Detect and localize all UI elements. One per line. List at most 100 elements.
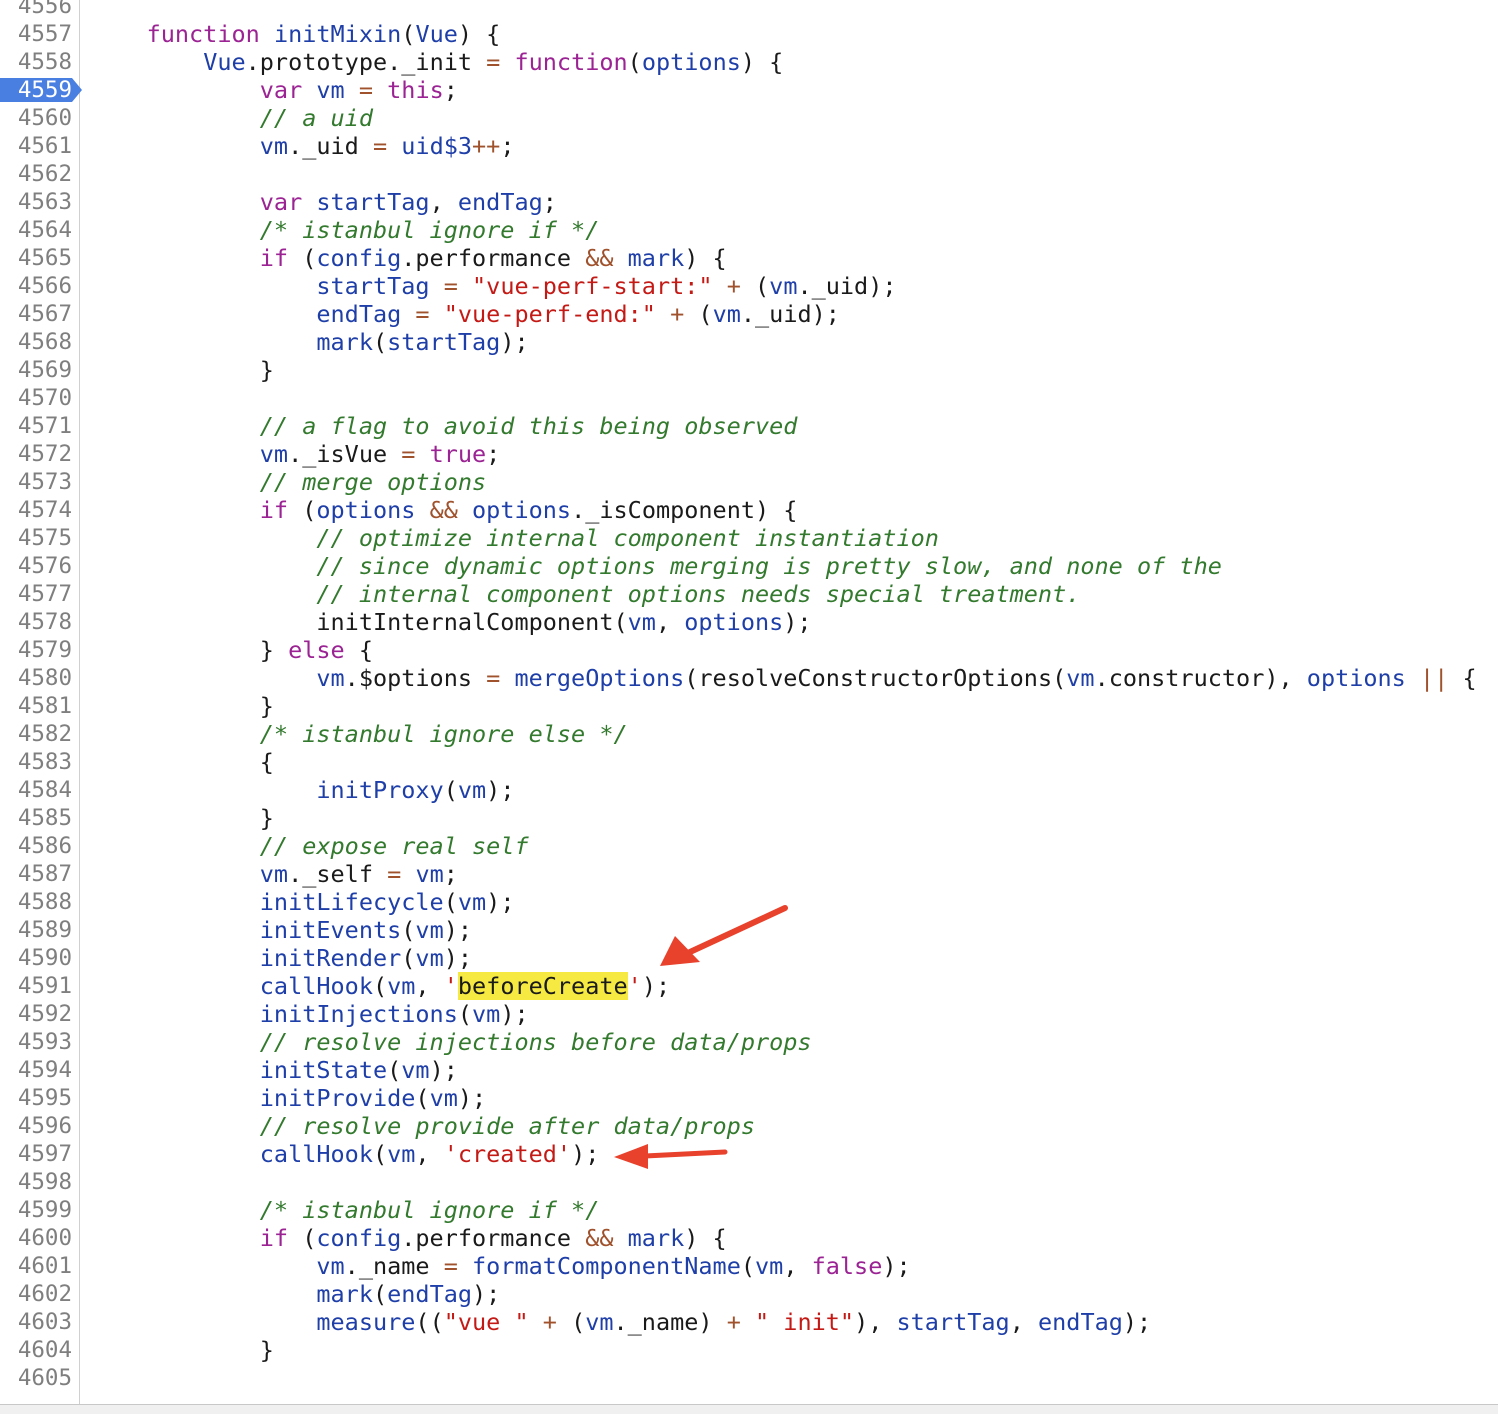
line-number[interactable]: 4569 (0, 356, 72, 384)
line-number[interactable]: 4601 (0, 1252, 72, 1280)
line-number[interactable]: 4596 (0, 1112, 72, 1140)
line-number[interactable]: 4563 (0, 188, 72, 216)
code-line[interactable]: 4605 (0, 1364, 1498, 1392)
line-number[interactable]: 4589 (0, 916, 72, 944)
code-line[interactable]: 4588 initLifecycle(vm); (0, 888, 1498, 916)
code-line[interactable]: 4602 mark(endTag); (0, 1280, 1498, 1308)
code-line[interactable]: 4589 initEvents(vm); (0, 916, 1498, 944)
line-number[interactable]: 4565 (0, 244, 72, 272)
line-number[interactable]: 4599 (0, 1196, 72, 1224)
code-line[interactable]: 4558 Vue.prototype._init = function(opti… (0, 48, 1498, 76)
line-number[interactable]: 4605 (0, 1364, 72, 1392)
code-line[interactable]: 4557 function initMixin(Vue) { (0, 20, 1498, 48)
line-number[interactable]: 4560 (0, 104, 72, 132)
line-number[interactable]: 4577 (0, 580, 72, 608)
code-line[interactable]: 4562 (0, 160, 1498, 188)
code-line[interactable]: 4581 } (0, 692, 1498, 720)
line-number[interactable]: 4603 (0, 1308, 72, 1336)
code-line[interactable]: 4599 /* istanbul ignore if */ (0, 1196, 1498, 1224)
code-line[interactable]: 4563 var startTag, endTag; (0, 188, 1498, 216)
code-line[interactable]: 4578 initInternalComponent(vm, options); (0, 608, 1498, 636)
code-line[interactable]: 4565 if (config.performance && mark) { (0, 244, 1498, 272)
line-number[interactable]: 4574 (0, 496, 72, 524)
code-line[interactable]: 4586 // expose real self (0, 832, 1498, 860)
line-number[interactable]: 4561 (0, 132, 72, 160)
code-line[interactable]: 4574 if (options && options._isComponent… (0, 496, 1498, 524)
code-line[interactable]: 4600 if (config.performance && mark) { (0, 1224, 1498, 1252)
code-line[interactable]: 4594 initState(vm); (0, 1056, 1498, 1084)
line-number[interactable]: 4594 (0, 1056, 72, 1084)
code-line[interactable]: 4568 mark(startTag); (0, 328, 1498, 356)
line-number[interactable]: 4578 (0, 608, 72, 636)
code-line[interactable]: 4590 initRender(vm); (0, 944, 1498, 972)
code-editor[interactable]: 4556 4557 function initMixin(Vue) {4558 V… (0, 0, 1498, 1404)
horizontal-scrollbar[interactable] (0, 1404, 1498, 1414)
line-number[interactable]: 4571 (0, 412, 72, 440)
code-line[interactable]: 4582 /* istanbul ignore else */ (0, 720, 1498, 748)
line-number[interactable]: 4602 (0, 1280, 72, 1308)
code-line[interactable]: 4583 { (0, 748, 1498, 776)
line-number[interactable]: 4592 (0, 1000, 72, 1028)
code-line[interactable]: 4595 initProvide(vm); (0, 1084, 1498, 1112)
code-line[interactable]: 4584 initProxy(vm); (0, 776, 1498, 804)
line-number[interactable]: 4585 (0, 804, 72, 832)
line-number[interactable]: 4556 (0, 0, 72, 20)
code-line[interactable]: 4587 vm._self = vm; (0, 860, 1498, 888)
code-line-breakpoint[interactable]: 4559 var vm = this; (0, 76, 1498, 104)
line-number[interactable]: 4558 (0, 48, 72, 76)
code-line[interactable]: 4580 vm.$options = mergeOptions(resolveC… (0, 664, 1498, 692)
line-number[interactable]: 4590 (0, 944, 72, 972)
line-number[interactable]: 4572 (0, 440, 72, 468)
line-number[interactable]: 4586 (0, 832, 72, 860)
line-number[interactable]: 4587 (0, 860, 72, 888)
code-line[interactable]: 4579 } else { (0, 636, 1498, 664)
line-number[interactable]: 4591 (0, 972, 72, 1000)
line-number[interactable]: 4588 (0, 888, 72, 916)
code-line[interactable]: 4570 (0, 384, 1498, 412)
code-line[interactable]: 4593 // resolve injections before data/p… (0, 1028, 1498, 1056)
line-number[interactable]: 4566 (0, 272, 72, 300)
code-line[interactable]: 4592 initInjections(vm); (0, 1000, 1498, 1028)
code-line[interactable]: 4569 } (0, 356, 1498, 384)
code-line[interactable]: 4575 // optimize internal component inst… (0, 524, 1498, 552)
line-number[interactable]: 4582 (0, 720, 72, 748)
code-line[interactable]: 4577 // internal component options needs… (0, 580, 1498, 608)
line-number[interactable]: 4557 (0, 20, 72, 48)
line-number[interactable]: 4562 (0, 160, 72, 188)
line-number[interactable]: 4567 (0, 300, 72, 328)
code-line[interactable]: 4585 } (0, 804, 1498, 832)
breakpoint-marker[interactable]: 4559 (0, 78, 82, 102)
line-number[interactable]: 4568 (0, 328, 72, 356)
line-number[interactable]: 4584 (0, 776, 72, 804)
line-number[interactable]: 4573 (0, 468, 72, 496)
code-line[interactable]: 4564 /* istanbul ignore if */ (0, 216, 1498, 244)
line-number[interactable]: 4581 (0, 692, 72, 720)
code-line[interactable]: 4566 startTag = "vue-perf-start:" + (vm.… (0, 272, 1498, 300)
line-number[interactable]: 4570 (0, 384, 72, 412)
code-line[interactable]: 4567 endTag = "vue-perf-end:" + (vm._uid… (0, 300, 1498, 328)
line-number[interactable]: 4580 (0, 664, 72, 692)
code-line[interactable]: 4596 // resolve provide after data/props (0, 1112, 1498, 1140)
code-line[interactable]: 4572 vm._isVue = true; (0, 440, 1498, 468)
line-number[interactable]: 4600 (0, 1224, 72, 1252)
code-line[interactable]: 4560 // a uid (0, 104, 1498, 132)
code-line[interactable]: 4576 // since dynamic options merging is… (0, 552, 1498, 580)
line-number[interactable]: 4576 (0, 552, 72, 580)
line-number[interactable]: 4583 (0, 748, 72, 776)
line-number[interactable]: 4595 (0, 1084, 72, 1112)
code-line[interactable]: 4591 callHook(vm, 'beforeCreate'); (0, 972, 1498, 1000)
code-line[interactable]: 4573 // merge options (0, 468, 1498, 496)
code-line[interactable]: 4561 vm._uid = uid$3++; (0, 132, 1498, 160)
line-number[interactable]: 4597 (0, 1140, 72, 1168)
line-number[interactable]: 4579 (0, 636, 72, 664)
line-number[interactable]: 4564 (0, 216, 72, 244)
code-line[interactable]: 4571 // a flag to avoid this being obser… (0, 412, 1498, 440)
code-line[interactable]: 4556 (0, 0, 1498, 20)
code-line[interactable]: 4601 vm._name = formatComponentName(vm, … (0, 1252, 1498, 1280)
line-number[interactable]: 4593 (0, 1028, 72, 1056)
line-number[interactable]: 4575 (0, 524, 72, 552)
code-line[interactable]: 4604 } (0, 1336, 1498, 1364)
code-line[interactable]: 4598 (0, 1168, 1498, 1196)
code-line[interactable]: 4597 callHook(vm, 'created'); (0, 1140, 1498, 1168)
line-number[interactable]: 4598 (0, 1168, 72, 1196)
